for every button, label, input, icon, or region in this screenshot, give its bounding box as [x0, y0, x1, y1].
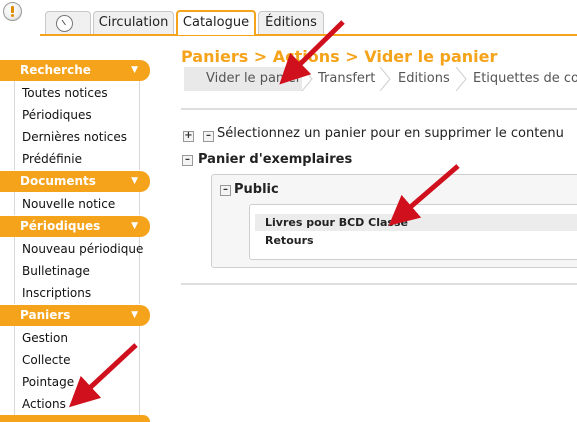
annotation-arrows: [69, 20, 460, 408]
arrow-to-basket-icon: [388, 164, 460, 226]
arrow-to-vider-icon: [279, 20, 345, 85]
arrow-to-actions-icon: [69, 343, 138, 408]
